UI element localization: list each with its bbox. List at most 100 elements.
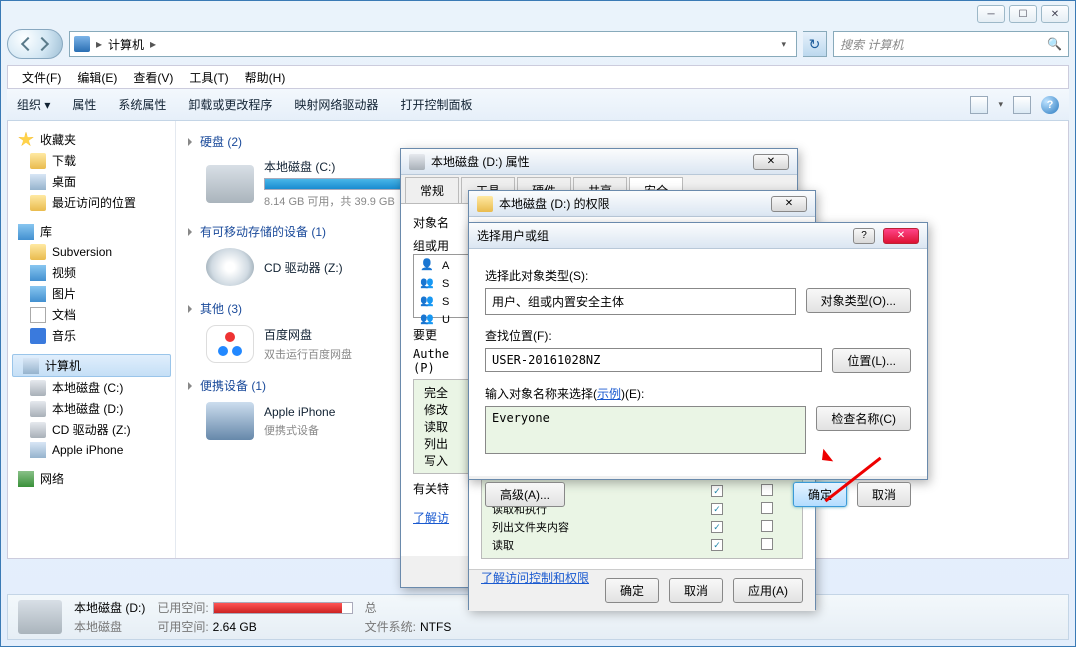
help-button[interactable]: ? (853, 228, 875, 244)
allow-checkbox[interactable]: ✓ (711, 521, 723, 533)
sidebar-disk-d[interactable]: 本地磁盘 (D:) (8, 398, 175, 419)
free-value: 2.64 GB (213, 620, 257, 634)
refresh-button[interactable]: ↻ (803, 31, 827, 57)
tab-general[interactable]: 常规 (405, 177, 459, 203)
sidebar-disk-c[interactable]: 本地磁盘 (C:) (8, 377, 175, 398)
breadcrumb[interactable]: 计算机 (108, 36, 144, 53)
back-button[interactable] (21, 37, 35, 51)
maximize-button[interactable]: ☐ (1009, 5, 1037, 23)
sidebar-downloads[interactable]: 下载 (8, 150, 175, 171)
navigation-pane: 收藏夹 下载 桌面 最近访问的位置 库 Subversion 视频 图片 文档 … (8, 121, 176, 558)
sidebar-libraries[interactable]: 库 (8, 221, 175, 242)
toolbar-control-panel[interactable]: 打开控制面板 (400, 96, 472, 113)
video-icon (30, 265, 46, 281)
check-names-button[interactable]: 检查名称(C) (816, 406, 911, 431)
names-label: 输入对象名称来选择(示例)(E): (485, 381, 911, 406)
ok-button[interactable]: 确定 (793, 482, 847, 507)
sidebar-iphone[interactable]: Apple iPhone (8, 440, 175, 460)
deny-checkbox[interactable] (761, 538, 773, 550)
cancel-button[interactable]: 取消 (857, 482, 911, 507)
dialog-title: 本地磁盘 (D:) 属性 (431, 153, 530, 170)
document-icon (30, 307, 46, 323)
dialog-titlebar[interactable]: 本地磁盘 (D:) 属性 ✕ (401, 149, 797, 175)
examples-link[interactable]: 示例 (597, 387, 621, 401)
computer-icon (23, 358, 39, 374)
address-row: ▸ 计算机 ▸ ▾ ↻ 搜索 计算机 🔍 (7, 29, 1069, 59)
item-name: Apple iPhone (264, 405, 335, 419)
item-sub: 便携式设备 (264, 422, 335, 438)
sidebar-network[interactable]: 网络 (8, 468, 175, 489)
forward-button[interactable] (35, 37, 49, 51)
sidebar-videos[interactable]: 视频 (8, 262, 175, 283)
status-name: 本地磁盘 (D:) (74, 599, 145, 616)
apply-button[interactable]: 应用(A) (733, 578, 803, 603)
item-name: 百度网盘 (264, 326, 352, 343)
menu-help[interactable]: 帮助(H) (239, 67, 292, 88)
location-field: USER-20161028NZ (485, 348, 822, 372)
sidebar-music[interactable]: 音乐 (8, 325, 175, 346)
folder-icon (30, 153, 46, 169)
cancel-button[interactable]: 取消 (669, 578, 723, 603)
toolbar-properties[interactable]: 属性 (72, 96, 96, 113)
perm-row-read: 读取✓ (492, 536, 792, 554)
locations-button[interactable]: 位置(L)... (832, 348, 911, 373)
object-types-button[interactable]: 对象类型(O)... (806, 288, 911, 313)
recent-icon (30, 195, 46, 211)
dialog-titlebar[interactable]: 本地磁盘 (D:) 的权限 ✕ (469, 191, 815, 217)
minimize-button[interactable]: ─ (977, 5, 1005, 23)
menu-edit[interactable]: 编辑(E) (71, 67, 123, 88)
preview-pane-icon[interactable] (1013, 96, 1031, 114)
sidebar-pictures[interactable]: 图片 (8, 283, 175, 304)
address-dropdown[interactable]: ▾ (775, 39, 792, 50)
address-bar[interactable]: ▸ 计算机 ▸ ▾ (69, 31, 797, 57)
close-button[interactable]: ✕ (771, 196, 807, 212)
sidebar-recent[interactable]: 最近访问的位置 (8, 192, 175, 213)
breadcrumb-arrow[interactable]: ▸ (150, 37, 156, 51)
toolbar-system-properties[interactable]: 系统属性 (118, 96, 166, 113)
toolbar-uninstall[interactable]: 卸载或更改程序 (188, 96, 272, 113)
learn-access-link[interactable]: 了解访问控制和权限 (481, 571, 589, 585)
sidebar-subversion[interactable]: Subversion (8, 242, 175, 262)
toolbar-map-drive[interactable]: 映射网络驱动器 (294, 96, 378, 113)
menu-tools[interactable]: 工具(T) (183, 67, 234, 88)
cd-icon (206, 248, 254, 286)
view-options-icon[interactable] (970, 96, 988, 114)
status-type: 本地磁盘 (74, 618, 145, 635)
disk-icon (18, 600, 62, 634)
organize-button[interactable]: 组织 ▾ (17, 96, 50, 113)
search-input[interactable]: 搜索 计算机 🔍 (833, 31, 1069, 57)
deny-checkbox[interactable] (761, 520, 773, 532)
sidebar-favorites[interactable]: 收藏夹 (8, 129, 175, 150)
desktop-icon (30, 174, 46, 190)
library-icon (18, 224, 34, 240)
user-icon: 👥 (420, 294, 436, 310)
close-button[interactable]: ✕ (753, 154, 789, 170)
menu-file[interactable]: 文件(F) (16, 67, 67, 88)
total-label: 总 (365, 599, 377, 616)
help-icon[interactable]: ? (1041, 96, 1059, 114)
menu-view[interactable]: 查看(V) (127, 67, 179, 88)
sidebar-documents[interactable]: 文档 (8, 304, 175, 325)
picture-icon (30, 286, 46, 302)
sidebar-desktop[interactable]: 桌面 (8, 171, 175, 192)
breadcrumb-arrow[interactable]: ▸ (96, 37, 102, 51)
ok-button[interactable]: 确定 (605, 578, 659, 603)
sidebar-computer[interactable]: 计算机 (12, 354, 171, 377)
disk-icon (409, 154, 425, 170)
drive-name: CD 驱动器 (Z:) (264, 259, 343, 276)
star-icon (18, 132, 34, 148)
allow-checkbox[interactable]: ✓ (711, 539, 723, 551)
search-icon[interactable]: 🔍 (1047, 37, 1062, 51)
dialog-titlebar[interactable]: 选择用户或组 ? ✕ (469, 223, 927, 249)
close-button[interactable]: ✕ (1041, 5, 1069, 23)
learn-link[interactable]: 了解访 (413, 511, 449, 525)
sidebar-cd-drive[interactable]: CD 驱动器 (Z:) (8, 419, 175, 440)
network-icon (18, 471, 34, 487)
disk-icon (30, 401, 46, 417)
folder-icon (477, 196, 493, 212)
close-button[interactable]: ✕ (883, 228, 919, 244)
advanced-button[interactable]: 高级(A)... (485, 482, 565, 507)
user-icon: 👤 (420, 258, 436, 274)
object-names-input[interactable]: Everyone (485, 406, 806, 454)
phone-icon (30, 442, 46, 458)
